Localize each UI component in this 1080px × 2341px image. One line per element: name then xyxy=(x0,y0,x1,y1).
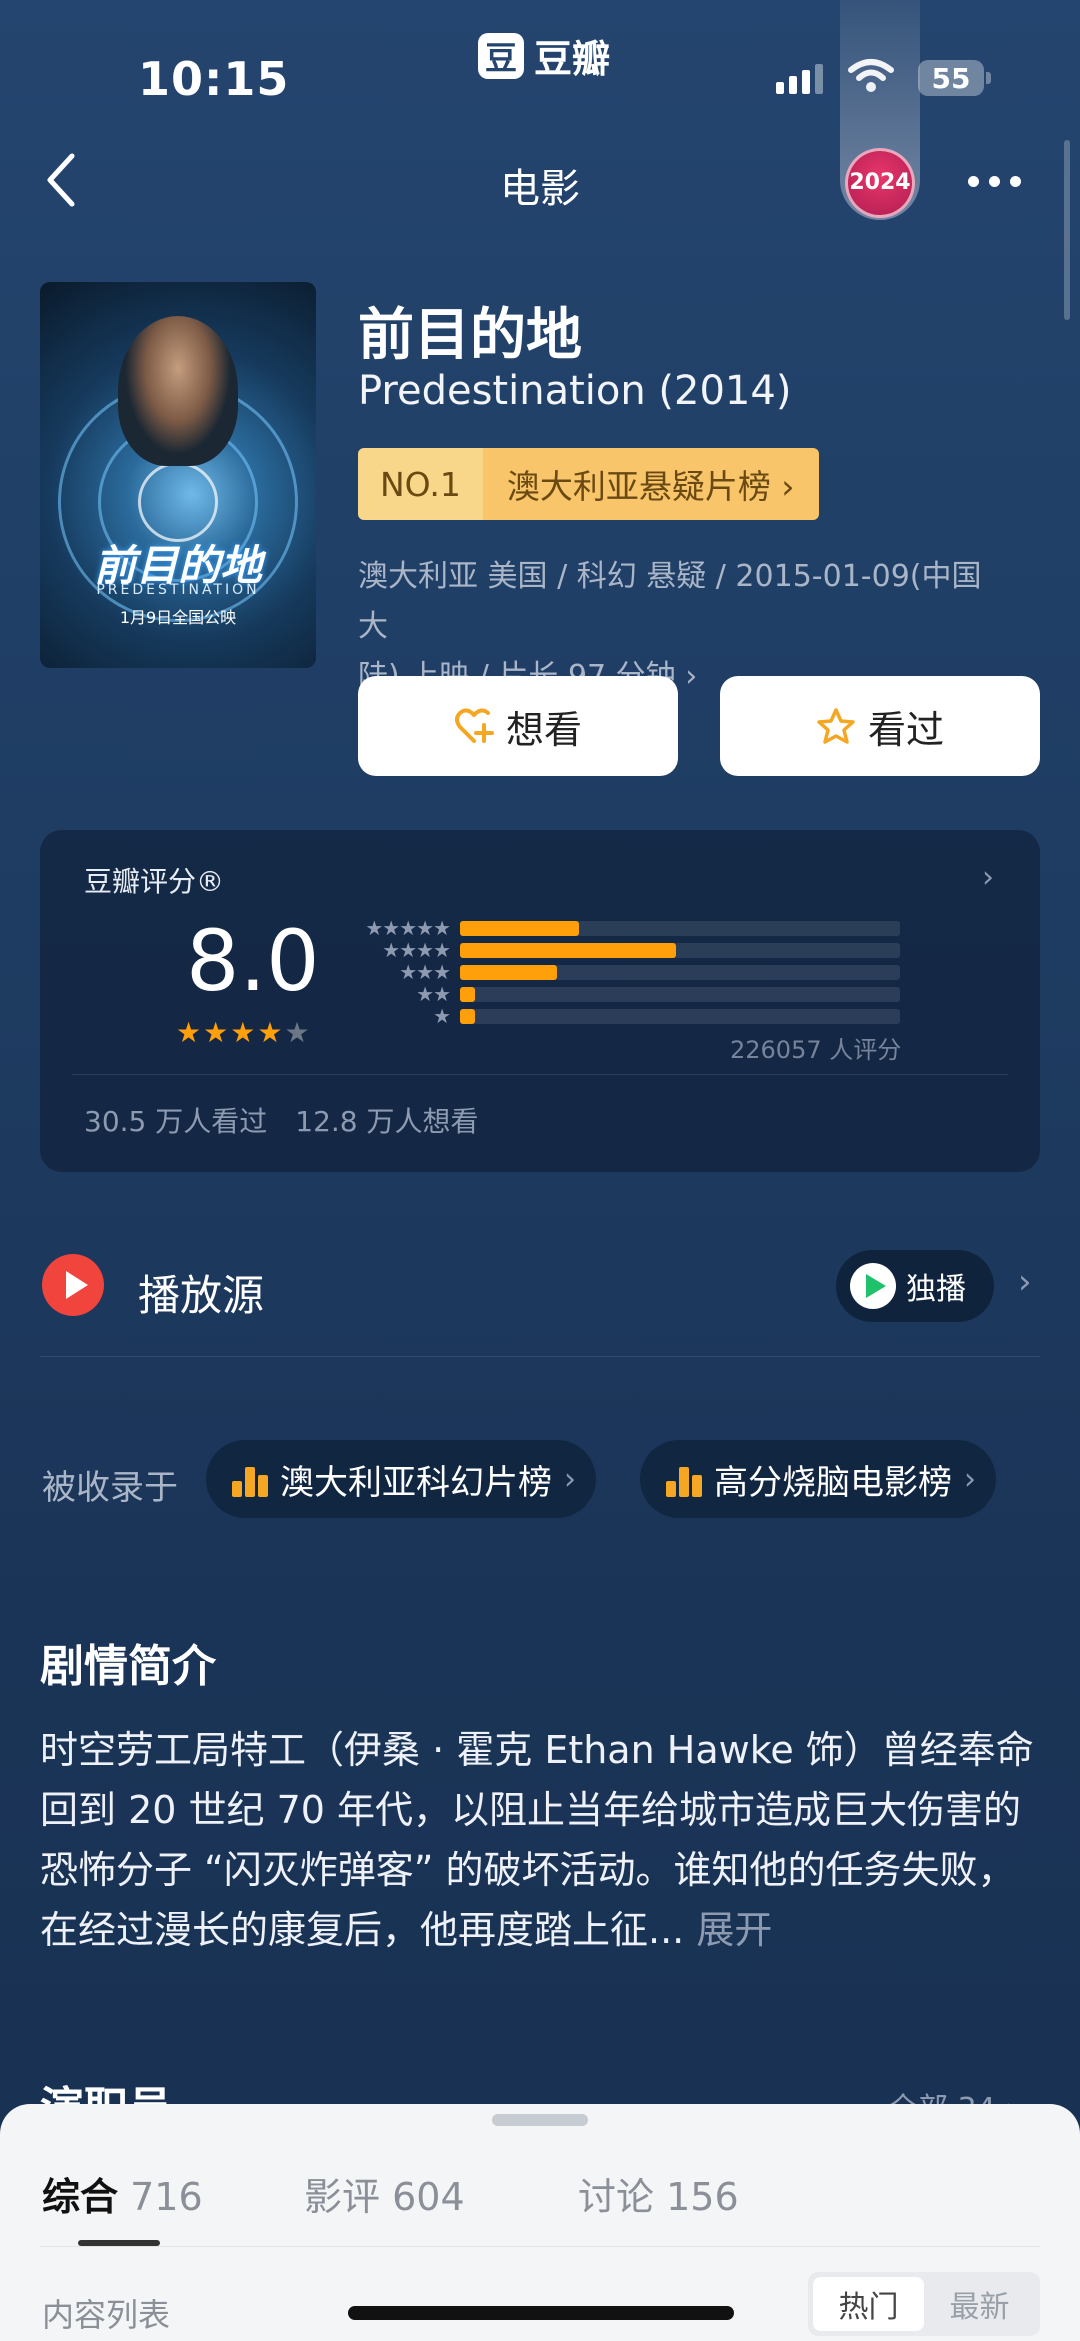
rating-star-icon: ★ xyxy=(284,1016,310,1049)
tencent-video-icon xyxy=(850,1263,896,1309)
poster-date: 1月9日全国公映 xyxy=(119,608,237,627)
sort-new[interactable]: 最新 xyxy=(924,2277,1035,2331)
rating-bar-stars: ★★★★★ xyxy=(365,916,451,940)
seen-button[interactable]: 看过 xyxy=(720,676,1040,776)
douban-logo: 豆 豆瓣 xyxy=(478,28,610,83)
rating-bar-track xyxy=(460,942,900,958)
rank-number: NO.1 xyxy=(358,448,483,520)
rating-bar-stars: ★ xyxy=(433,1004,451,1028)
synopsis-text: 时空劳工局特工（伊桑 · 霍克 Ethan Hawke 饰）曾经奉命回到 20 … xyxy=(40,1720,1050,1960)
rating-stats: 30.5 万人看过 12.8 万人想看 xyxy=(84,1100,479,1140)
more-icon[interactable] xyxy=(968,176,1021,187)
section-divider xyxy=(40,1356,1040,1357)
want-count[interactable]: 12.8 万人想看 xyxy=(295,1100,478,1140)
chevron-right-icon[interactable]: › xyxy=(982,860,994,895)
home-indicator xyxy=(348,2306,734,2320)
rating-label: 豆瓣评分® xyxy=(84,865,225,898)
scrollbar xyxy=(1064,140,1070,320)
rating-bar-row: ★ xyxy=(350,1004,910,1028)
movie-poster[interactable]: 前目的地 PREDESTINATION 1月9日全国公映 xyxy=(40,282,316,668)
rank-badge[interactable]: NO.1 澳大利亚悬疑片榜 › xyxy=(358,448,819,520)
rating-bar-fill xyxy=(460,964,557,980)
collection-chip[interactable]: 高分烧脑电影榜 › xyxy=(640,1440,996,1518)
exclusive-source-button[interactable]: 独播 xyxy=(836,1250,994,1322)
rating-score: 8.0 xyxy=(186,912,320,1010)
collection-chip[interactable]: 澳大利亚科幻片榜 › xyxy=(206,1440,596,1518)
ranking-icon xyxy=(666,1461,702,1497)
rating-star-icon: ★ xyxy=(176,1016,202,1049)
douban-logo-mark: 豆 xyxy=(478,32,524,79)
rating-bar-track xyxy=(460,986,900,1002)
rating-bar-track xyxy=(460,920,900,936)
rating-star-icon: ★ xyxy=(230,1016,256,1049)
sort-hot[interactable]: 热门 xyxy=(813,2277,924,2331)
battery-icon: 55 xyxy=(918,60,984,96)
rank-name: 澳大利亚悬疑片榜 › xyxy=(482,448,819,520)
rating-bar-stars: ★★ xyxy=(416,982,451,1006)
star-icon xyxy=(817,708,855,744)
watched-count[interactable]: 30.5 万人看过 xyxy=(84,1100,267,1140)
seen-label: 看过 xyxy=(867,707,944,752)
rating-bar-row: ★★★★★ xyxy=(350,916,910,940)
rating-stars: ★ ★ ★ ★ ★ xyxy=(176,1016,310,1049)
chevron-right-icon[interactable]: › xyxy=(1018,1262,1032,1302)
rating-bar-row: ★★★ xyxy=(350,960,910,984)
rating-bar-row: ★★★★ xyxy=(350,938,910,962)
sheet-divider xyxy=(40,2246,1040,2247)
ranking-icon xyxy=(232,1461,268,1497)
sheet-handle[interactable] xyxy=(492,2114,588,2126)
signal-icon xyxy=(776,64,823,94)
play-source-label[interactable]: 播放源 xyxy=(138,1262,264,1323)
rating-count: 226057 人评分 xyxy=(730,1036,902,1064)
collection-name: 高分烧脑电影榜 xyxy=(714,1462,952,1503)
rating-bar-stars: ★★★★ xyxy=(382,938,451,962)
movie-title: 前目的地 xyxy=(358,303,582,368)
expand-link[interactable]: 展开 xyxy=(696,1908,772,1952)
heart-plus-icon xyxy=(454,708,494,743)
poster-subtitle: PREDESTINATION xyxy=(96,582,260,598)
synopsis-title: 剧情简介 xyxy=(40,1641,216,1692)
rating-bar-track xyxy=(460,964,900,980)
content-list-label: 内容列表 xyxy=(42,2296,171,2334)
movie-original-title: Predestination (2014) xyxy=(358,368,792,414)
chevron-right-icon: › xyxy=(564,1461,576,1497)
tab-discussions[interactable]: 讨论 156 xyxy=(578,2166,739,2221)
chevron-right-icon: › xyxy=(964,1461,976,1497)
sort-toggle[interactable]: 热门 最新 xyxy=(808,2272,1040,2336)
rating-bar-stars: ★★★ xyxy=(399,960,451,984)
meta-line-1: 澳大利亚 美国 / 科幻 悬疑 / 2015-01-09(中国大 xyxy=(358,559,982,644)
rating-star-icon: ★ xyxy=(257,1016,283,1049)
rating-bar-track xyxy=(460,1008,900,1024)
exclusive-label: 独播 xyxy=(906,1272,966,1307)
rating-divider xyxy=(72,1074,1008,1075)
collection-name: 澳大利亚科幻片榜 xyxy=(280,1462,552,1503)
collections-label: 被收录于 xyxy=(42,1468,178,1508)
status-time: 10:15 xyxy=(138,52,290,106)
rating-bar-fill xyxy=(460,920,579,936)
page-title: 电影 xyxy=(500,166,580,212)
battery-tip xyxy=(986,72,991,84)
play-icon[interactable] xyxy=(42,1254,104,1316)
tab-reviews[interactable]: 影评 604 xyxy=(304,2166,465,2221)
rating-bar-fill xyxy=(460,942,676,958)
douban-logo-text: 豆瓣 xyxy=(534,37,611,81)
year-review-badge[interactable]: 2024 xyxy=(845,148,915,218)
want-button[interactable]: 想看 xyxy=(358,676,678,776)
rating-star-icon: ★ xyxy=(203,1016,229,1049)
tab-overview[interactable]: 综合 716 xyxy=(42,2166,203,2221)
want-label: 想看 xyxy=(505,707,582,752)
synopsis-body: 时空劳工局特工（伊桑 · 霍克 Ethan Hawke 饰）曾经奉命回到 20 … xyxy=(40,1728,1034,1952)
rating-bar-row: ★★ xyxy=(350,982,910,1006)
rating-bar-fill xyxy=(460,986,476,1002)
rating-bar-fill xyxy=(460,1008,476,1024)
